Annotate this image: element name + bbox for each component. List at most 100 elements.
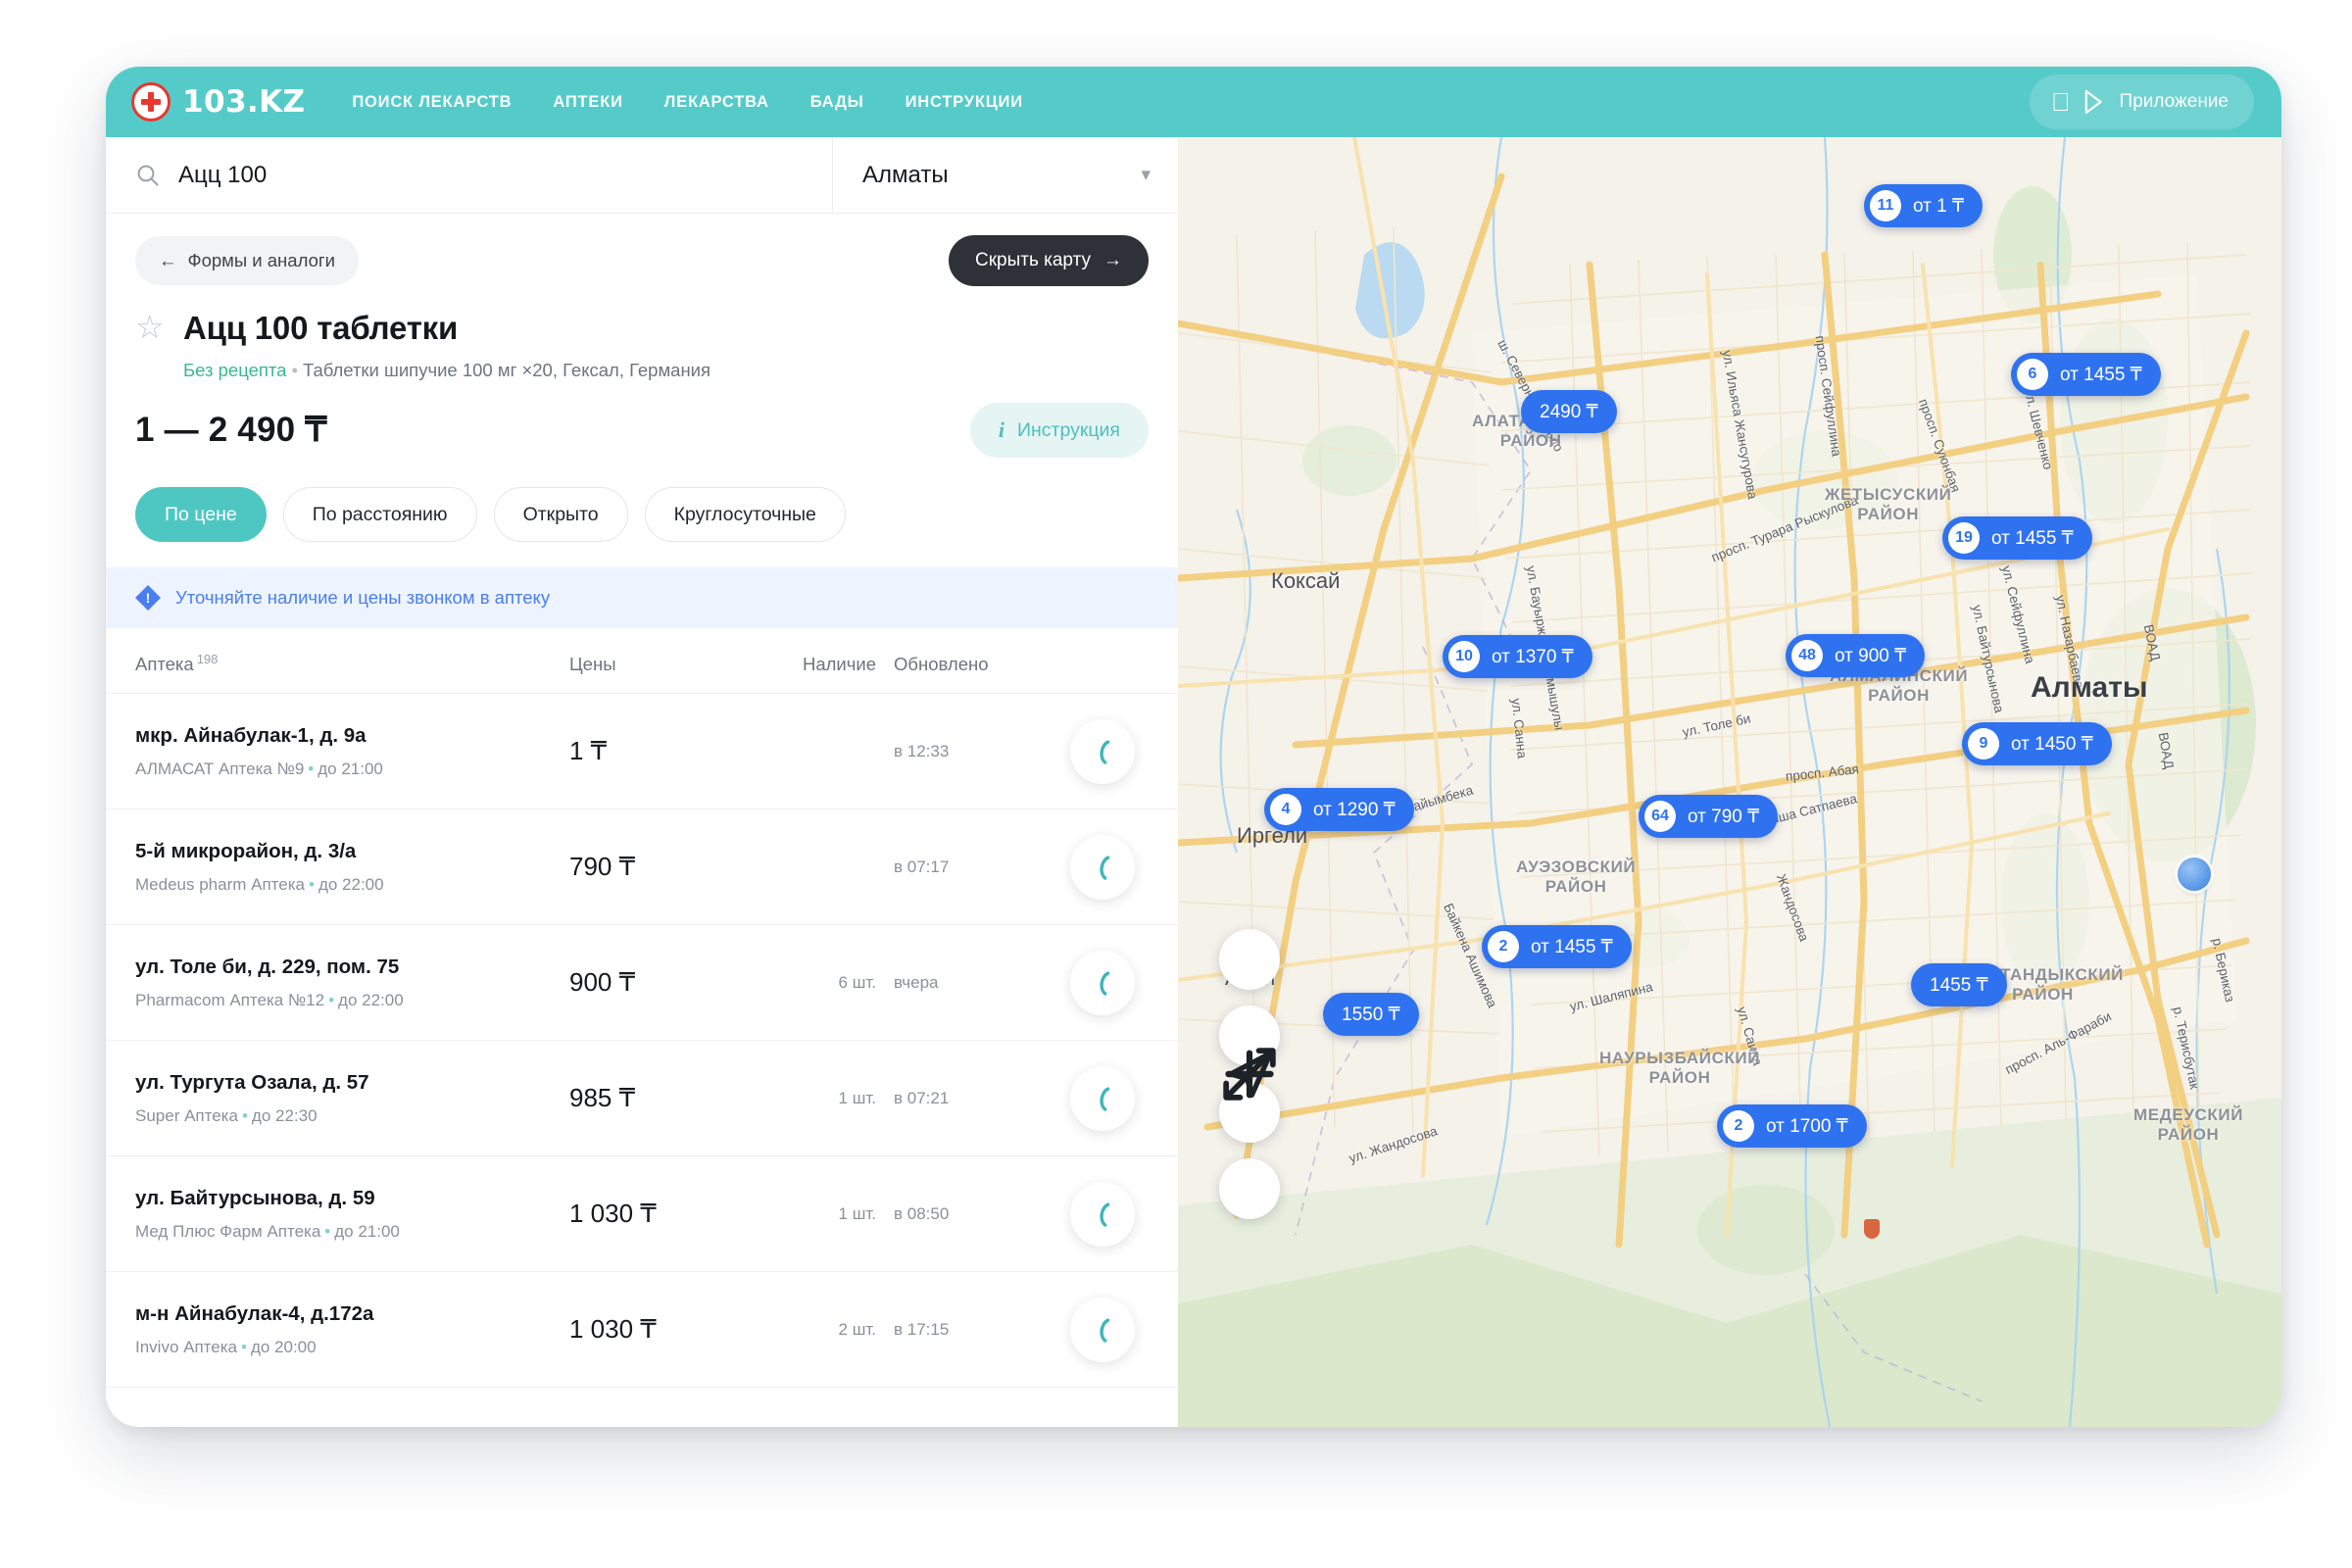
filter-open-now[interactable]: Открыто bbox=[494, 487, 628, 542]
app-button-label: Приложение bbox=[2120, 91, 2229, 113]
marker-price: 1455 ₸ bbox=[1930, 974, 1988, 997]
filter-by-distance[interactable]: По расстоянию bbox=[283, 487, 477, 542]
nav-item-lekarstva[interactable]: ЛЕКАРСТВА bbox=[664, 93, 769, 112]
map-price-marker[interactable]: 48от 900 ₸ bbox=[1786, 634, 1925, 677]
marker-price: от 790 ₸ bbox=[1688, 806, 1759, 828]
column-header-pharmacy: Аптека198 bbox=[135, 652, 569, 675]
nav-item-apteki[interactable]: АПТЕКИ bbox=[553, 93, 622, 112]
map-price-marker[interactable]: 1455 ₸ bbox=[1911, 963, 2007, 1006]
price-cell: 1 ₸ bbox=[569, 736, 775, 766]
table-row[interactable]: м-н Айнабулак-4, д.172аInvivo Аптека•до … bbox=[106, 1272, 1178, 1388]
map-price-marker[interactable]: 4от 1290 ₸ bbox=[1264, 788, 1414, 831]
marker-price: от 1455 ₸ bbox=[1991, 527, 2074, 550]
stock-cell: 2 шт. bbox=[775, 1320, 876, 1340]
map-controls bbox=[1219, 929, 1280, 1219]
pharmacy-list: мкр. Айнабулак-1, д. 9а АЛМАСАТ Аптека №9… bbox=[106, 694, 1178, 1388]
filter-by-price[interactable]: По цене bbox=[135, 487, 267, 542]
pharmacy-address: ул. Тургута Озала, д. 57 bbox=[135, 1071, 569, 1095]
marker-count: 2 bbox=[1488, 931, 1519, 962]
pharmacy-name: Invivo Аптека bbox=[135, 1338, 237, 1356]
medical-cross-icon bbox=[131, 82, 171, 122]
table-row[interactable]: ул. Тургута Озала, д. 57 Super Аптека•до … bbox=[106, 1041, 1178, 1156]
pharmacy-name: Мед Плюс Фарм Аптека bbox=[135, 1222, 320, 1241]
pharmacy-meta: АЛМАСАТ Аптека №9•до 21:00 bbox=[135, 760, 569, 779]
call-pharmacy-button[interactable] bbox=[1070, 1066, 1135, 1131]
panel-actions: ← Формы и аналоги Скрыть карту → bbox=[106, 214, 1178, 296]
city-selector[interactable]: Алматы ▾ bbox=[833, 137, 1178, 213]
marker-price: от 1450 ₸ bbox=[2011, 733, 2093, 756]
pharmacy-address: 5-й микрорайон, д. 3/а bbox=[135, 840, 569, 863]
nav-item-poisk-lekarstv[interactable]: ПОИСК ЛЕКАРСТВ bbox=[352, 93, 512, 112]
map-price-marker[interactable]: 11от 1 ₸ bbox=[1864, 184, 1983, 227]
prescription-status: Без рецепта bbox=[183, 360, 286, 380]
filter-chips: По цене По расстоянию Открыто Круглосуто… bbox=[106, 458, 1178, 567]
info-icon: i bbox=[999, 417, 1004, 443]
forms-analogs-button[interactable]: ← Формы и аналоги bbox=[135, 236, 359, 285]
map-zoom-out-button[interactable] bbox=[1219, 1158, 1280, 1219]
pharmacy-meta: Super Аптека•до 22:30 bbox=[135, 1106, 569, 1126]
instruction-button[interactable]: i Инструкция bbox=[970, 403, 1149, 458]
app-download-button[interactable]:  Приложение bbox=[2030, 74, 2254, 129]
favorite-star-icon[interactable]: ☆ bbox=[135, 313, 167, 344]
top-navigation-bar: 103.KZ ПОИСК ЛЕКАРСТВ АПТЕКИ ЛЕКАРСТВА Б… bbox=[106, 67, 2281, 137]
call-pharmacy-button[interactable] bbox=[1070, 1298, 1135, 1362]
call-cell bbox=[1023, 1298, 1149, 1362]
table-row[interactable]: ул. Толе би, д. 229, пом. 75Pharmacom Ап… bbox=[106, 925, 1178, 1041]
marker-price: 1550 ₸ bbox=[1342, 1004, 1400, 1026]
arrow-left-icon: ← bbox=[159, 250, 177, 271]
map-price-marker[interactable]: 2490 ₸ bbox=[1521, 390, 1617, 433]
map-price-marker[interactable]: 19от 1455 ₸ bbox=[1942, 516, 2092, 560]
table-row[interactable]: 5-й микрорайон, д. 3/а Medeus pharm Аптек… bbox=[106, 809, 1178, 925]
pharmacy-address: мкр. Айнабулак-1, д. 9а bbox=[135, 724, 569, 748]
nav-item-bady[interactable]: БАДЫ bbox=[810, 93, 864, 112]
table-row[interactable]: ул. Байтурсынова, д. 59Мед Плюс Фарм Апт… bbox=[106, 1156, 1178, 1272]
page-title: Ацц 100 таблетки bbox=[183, 310, 458, 347]
table-header-row: Аптека198 Цены Наличие Обновлено bbox=[106, 628, 1178, 694]
map-panel[interactable]: ш. Северное кольцоул. Ильяса Жансугурова… bbox=[1178, 137, 2281, 1427]
apple-icon:  bbox=[2051, 89, 2071, 115]
table-row[interactable]: мкр. Айнабулак-1, д. 9а АЛМАСАТ Аптека №9… bbox=[106, 694, 1178, 809]
marker-price: от 1455 ₸ bbox=[2060, 364, 2142, 386]
call-pharmacy-button[interactable] bbox=[1070, 719, 1135, 784]
updated-cell: в 17:15 bbox=[876, 1320, 1023, 1340]
call-pharmacy-button[interactable] bbox=[1070, 951, 1135, 1015]
map-price-marker[interactable]: 2от 1455 ₸ bbox=[1482, 925, 1632, 968]
map-price-marker[interactable]: 9от 1450 ₸ bbox=[1962, 722, 2112, 765]
call-pharmacy-button[interactable] bbox=[1070, 835, 1135, 900]
phone-icon bbox=[1088, 853, 1117, 882]
map-canvas bbox=[1178, 137, 2281, 1427]
call-pharmacy-button[interactable] bbox=[1070, 1182, 1135, 1247]
map-price-marker[interactable]: 64от 790 ₸ bbox=[1639, 795, 1778, 838]
search-input[interactable]: Ацц 100 bbox=[178, 162, 267, 189]
price-range: 1 — 2 490 ₸ bbox=[135, 411, 327, 450]
call-cell bbox=[1023, 951, 1149, 1015]
pharmacy-cell: мкр. Айнабулак-1, д. 9а АЛМАСАТ Аптека №9… bbox=[135, 724, 569, 779]
pharmacy-cell: ул. Тургута Озала, д. 57 Super Аптека•до … bbox=[135, 1071, 569, 1126]
info-banner-text: Уточняйте наличие и цены звонком в аптек… bbox=[175, 587, 550, 609]
call-cell bbox=[1023, 719, 1149, 784]
phone-icon bbox=[1088, 737, 1117, 766]
pharmacy-name: Medeus pharm Аптека bbox=[135, 875, 305, 894]
map-price-marker[interactable]: 1550 ₸ bbox=[1323, 993, 1419, 1036]
hide-map-button[interactable]: Скрыть карту → bbox=[949, 235, 1149, 286]
map-price-marker[interactable]: 2от 1700 ₸ bbox=[1717, 1104, 1867, 1148]
pharmacy-name: АЛМАСАТ Аптека №9 bbox=[135, 760, 304, 778]
brand-logo[interactable]: 103.KZ bbox=[131, 82, 305, 122]
search-field-wrap[interactable]: Ацц 100 bbox=[106, 137, 833, 213]
column-header-prices: Цены bbox=[569, 654, 775, 675]
product-form: Таблетки шипучие 100 мг ×20, Гексал, Гер… bbox=[303, 360, 710, 380]
phone-icon bbox=[1088, 1084, 1117, 1113]
pharmacy-hours: до 21:00 bbox=[334, 1222, 400, 1241]
updated-cell: в 07:21 bbox=[876, 1089, 1023, 1108]
map-poi-marker bbox=[1864, 1219, 1880, 1239]
main-nav: ПОИСК ЛЕКАРСТВ АПТЕКИ ЛЕКАРСТВА БАДЫ ИНС… bbox=[352, 93, 1022, 112]
column-header-pharmacy-label: Аптека bbox=[135, 654, 194, 674]
stock-cell: 6 шт. bbox=[775, 973, 876, 993]
map-price-marker[interactable]: 6 от 1455 ₸ bbox=[2011, 353, 2161, 396]
filter-24h[interactable]: Круглосуточные bbox=[645, 487, 846, 542]
arrow-right-icon: → bbox=[1103, 250, 1122, 271]
nav-item-instrukcii[interactable]: ИНСТРУКЦИИ bbox=[906, 93, 1023, 112]
map-price-marker[interactable]: 10от 1370 ₸ bbox=[1443, 635, 1592, 678]
marker-count: 6 bbox=[2017, 359, 2048, 390]
call-cell bbox=[1023, 835, 1149, 900]
